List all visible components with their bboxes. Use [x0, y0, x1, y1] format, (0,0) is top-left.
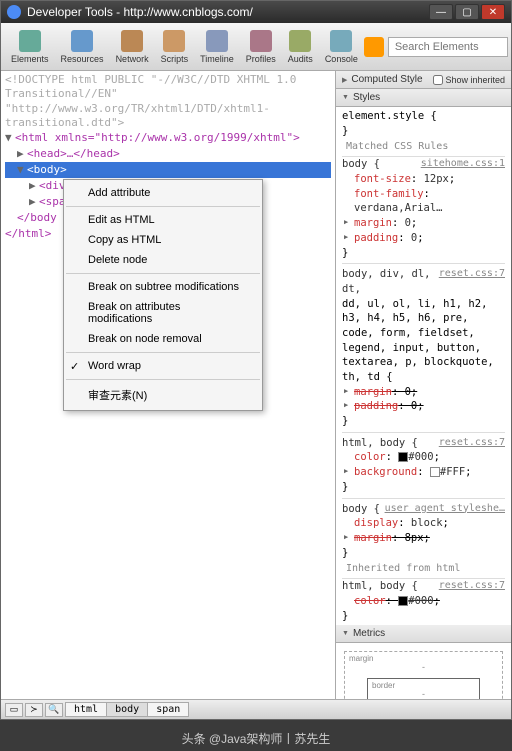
css-property[interactable]: font-size: 12px;	[342, 172, 505, 187]
ctx-break-subtree[interactable]: Break on subtree modifications	[64, 277, 262, 297]
styles-header[interactable]: Styles	[336, 89, 511, 107]
tab-resources[interactable]: Resources	[55, 28, 110, 66]
rule-selector[interactable]: body {	[342, 157, 380, 172]
tab-timeline[interactable]: Timeline	[194, 28, 240, 66]
elements-tree[interactable]: <!DOCTYPE html PUBLIC "-//W3C//DTD XHTML…	[1, 71, 336, 699]
body-tag-selected[interactable]: ▼<body>	[5, 162, 331, 178]
maximize-button[interactable]: ▢	[455, 4, 479, 20]
tab-audits[interactable]: Audits	[282, 28, 319, 66]
show-inherited-checkbox[interactable]	[433, 75, 443, 85]
css-property[interactable]: color: #000;	[342, 450, 505, 465]
tab-console[interactable]: Console	[319, 28, 364, 66]
tab-network[interactable]: Network	[110, 28, 155, 66]
search-input[interactable]	[388, 37, 508, 57]
ctx-break-removal[interactable]: Break on node removal	[64, 329, 262, 349]
main-area: <!DOCTYPE html PUBLIC "-//W3C//DTD XHTML…	[1, 71, 511, 699]
rule-selector[interactable]: body {	[342, 502, 380, 517]
stylesheet-link[interactable]: reset.css:7	[439, 579, 505, 594]
timeline-icon	[206, 30, 228, 52]
tab-elements[interactable]: Elements	[5, 28, 55, 66]
ctx-add-attribute[interactable]: Add attribute	[64, 183, 262, 203]
rule-selector[interactable]: body, div, dl, dt,	[342, 267, 439, 296]
ctx-copy-html[interactable]: Copy as HTML	[64, 230, 262, 250]
titlebar[interactable]: Developer Tools - http://www.cnblogs.com…	[1, 1, 511, 23]
app-icon	[7, 5, 21, 19]
console-icon	[330, 30, 352, 52]
css-property[interactable]: color: #000;	[342, 594, 505, 609]
stylesheet-link[interactable]: sitehome.css:1	[421, 157, 505, 172]
dock-button[interactable]: ▭	[5, 703, 23, 717]
network-icon	[121, 30, 143, 52]
css-property[interactable]: display: block;	[342, 516, 505, 531]
watermark: 头条 @Java架构师丨苏先生	[0, 730, 512, 747]
inherited-label: Inherited from html	[342, 560, 505, 579]
element-style-rule[interactable]: element.style {	[342, 109, 505, 124]
minimize-button[interactable]: —	[429, 4, 453, 20]
search-box	[364, 37, 508, 57]
computed-style-header[interactable]: Computed StyleShow inherited	[336, 71, 511, 89]
close-button[interactable]: ✕	[481, 4, 505, 20]
magnifier-icon	[19, 30, 41, 52]
ua-stylesheet-label: user agent styleshe…	[385, 502, 505, 517]
box-model[interactable]: margin- border- padding- 648 × 13981 - -…	[336, 643, 511, 699]
breadcrumb[interactable]: html	[65, 702, 107, 717]
css-property[interactable]: font-family: verdana,Arial…	[342, 187, 505, 216]
ctx-word-wrap[interactable]: ✓Word wrap	[64, 356, 262, 376]
window-controls: — ▢ ✕	[429, 4, 505, 20]
search-icon[interactable]	[364, 37, 384, 57]
breadcrumb[interactable]: span	[147, 702, 189, 717]
titlebar-text: Developer Tools - http://www.cnblogs.com…	[27, 5, 429, 19]
rule-selector[interactable]: dd, ul, ol, li, h1, h2, h3, h4, h5, h6, …	[342, 297, 505, 385]
breadcrumb[interactable]: body	[106, 702, 148, 717]
context-menu: Add attribute Edit as HTML Copy as HTML …	[63, 179, 263, 411]
devtools-window: Developer Tools - http://www.cnblogs.com…	[0, 0, 512, 720]
rule-selector[interactable]: html, body {	[342, 436, 418, 451]
css-property[interactable]: margin: 0;	[342, 385, 505, 400]
rule-selector[interactable]: html, body {	[342, 579, 418, 594]
css-property[interactable]: margin: 8px;	[342, 531, 505, 546]
css-property[interactable]: background: #FFF;	[342, 465, 505, 480]
color-swatch[interactable]	[398, 596, 408, 606]
ctx-edit-html[interactable]: Edit as HTML	[64, 210, 262, 230]
metrics-header[interactable]: Metrics	[336, 625, 511, 643]
search-toggle[interactable]: 🔍	[45, 703, 63, 717]
css-property[interactable]: padding: 0;	[342, 399, 505, 414]
toolbar: Elements Resources Network Scripts Timel…	[1, 23, 511, 71]
head-tag[interactable]: ▶<head>…</head>	[5, 146, 331, 162]
doctype: <!DOCTYPE html PUBLIC "-//W3C//DTD XHTML…	[5, 73, 331, 130]
css-property[interactable]: margin: 0;	[342, 216, 505, 231]
tab-profiles[interactable]: Profiles	[240, 28, 282, 66]
check-icon: ✓	[70, 360, 79, 373]
stylesheet-link[interactable]: reset.css:7	[439, 267, 505, 296]
console-toggle[interactable]: ≻	[25, 703, 43, 717]
audits-icon	[289, 30, 311, 52]
color-swatch[interactable]	[430, 467, 440, 477]
ctx-break-attributes[interactable]: Break on attributes modifications	[64, 297, 262, 329]
css-property[interactable]: padding: 0;	[342, 231, 505, 246]
stylesheet-link[interactable]: reset.css:7	[439, 436, 505, 451]
ctx-inspect-element[interactable]: 审查元素(N)	[64, 383, 262, 407]
ctx-delete-node[interactable]: Delete node	[64, 250, 262, 270]
scripts-icon	[163, 30, 185, 52]
statusbar: ▭ ≻ 🔍 html body span	[1, 699, 511, 719]
resources-icon	[71, 30, 93, 52]
tab-scripts[interactable]: Scripts	[155, 28, 195, 66]
profiles-icon	[250, 30, 272, 52]
styles-pane: Computed StyleShow inherited Styles elem…	[336, 71, 511, 699]
color-swatch[interactable]	[398, 452, 408, 462]
html-tag[interactable]: ▼<html xmlns="http://www.w3.org/1999/xht…	[5, 130, 331, 146]
matched-rules-label: Matched CSS Rules	[342, 138, 505, 157]
